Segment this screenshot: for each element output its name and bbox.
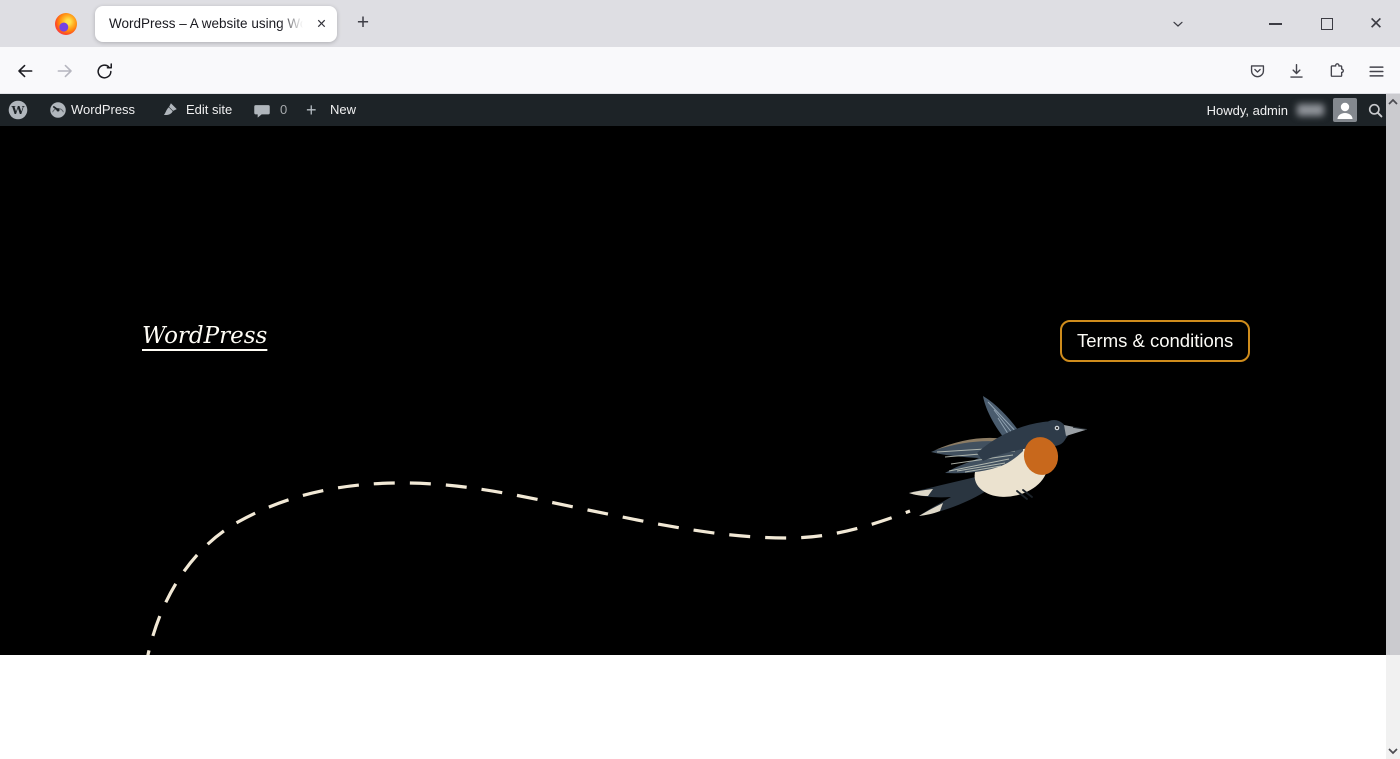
- new-tab-button[interactable]: +: [350, 9, 376, 37]
- flight-path-dashed-line: [145, 483, 910, 655]
- site-title-link[interactable]: WordPress: [142, 323, 267, 349]
- admin-bar-site-name[interactable]: WordPress: [71, 94, 135, 126]
- browser-window: WordPress – A website using WordP ✕ + ✕: [0, 0, 1400, 759]
- avatar[interactable]: [1333, 98, 1357, 122]
- page-lower-section: [0, 655, 1400, 759]
- scroll-up-icon[interactable]: [1386, 95, 1400, 109]
- downloads-icon[interactable]: [1281, 56, 1311, 86]
- search-icon[interactable]: [1366, 101, 1385, 120]
- reload-icon[interactable]: [89, 56, 119, 86]
- terms-conditions-button[interactable]: Terms & conditions: [1060, 320, 1250, 362]
- window-close-icon[interactable]: ✕: [1362, 0, 1390, 47]
- scroll-down-icon[interactable]: [1386, 744, 1400, 758]
- extensions-icon[interactable]: [1321, 56, 1351, 86]
- navigation-toolbar: https://: [0, 47, 1400, 94]
- tabs-list-chevron-icon[interactable]: [1170, 0, 1196, 47]
- wordpress-logo-icon[interactable]: W: [8, 100, 28, 120]
- back-icon[interactable]: [10, 56, 40, 86]
- dashboard-gauge-icon: [49, 101, 67, 119]
- admin-bar-comments-count[interactable]: 0: [280, 94, 287, 126]
- page-scrollbar[interactable]: [1386, 94, 1400, 759]
- tab-title: WordPress – A website using WordP: [109, 6, 303, 42]
- plus-icon[interactable]: +: [306, 94, 317, 126]
- maximize-icon[interactable]: [1314, 0, 1340, 47]
- pocket-icon[interactable]: [1242, 56, 1272, 86]
- menu-icon[interactable]: [1361, 56, 1391, 86]
- tab-close-icon[interactable]: ✕: [313, 16, 330, 33]
- username-redacted: [1297, 104, 1324, 116]
- howdy-text[interactable]: Howdy, admin: [1207, 103, 1288, 118]
- admin-bar-edit-site[interactable]: Edit site: [186, 94, 232, 126]
- firefox-icon: [55, 13, 77, 35]
- active-tab[interactable]: WordPress – A website using WordP ✕: [95, 6, 337, 42]
- minimize-icon[interactable]: [1262, 0, 1288, 47]
- svg-text:W: W: [11, 103, 26, 117]
- hero-illustration: [0, 126, 1386, 655]
- bird-illustration: [909, 396, 1087, 516]
- admin-bar-account-area: Howdy, admin: [1207, 94, 1400, 126]
- forward-icon[interactable]: [50, 56, 80, 86]
- tab-bar: WordPress – A website using WordP ✕ + ✕: [0, 0, 1400, 47]
- admin-bar-new[interactable]: New: [330, 94, 356, 126]
- comments-bubble-icon: [253, 102, 271, 120]
- scrollbar-thumb[interactable]: [1386, 94, 1400, 655]
- site-hero-section: WordPress Terms & conditions: [0, 126, 1400, 655]
- wp-admin-bar: W WordPress Edit site 0 + New: [0, 94, 1400, 126]
- paintbrush-icon: [161, 101, 179, 119]
